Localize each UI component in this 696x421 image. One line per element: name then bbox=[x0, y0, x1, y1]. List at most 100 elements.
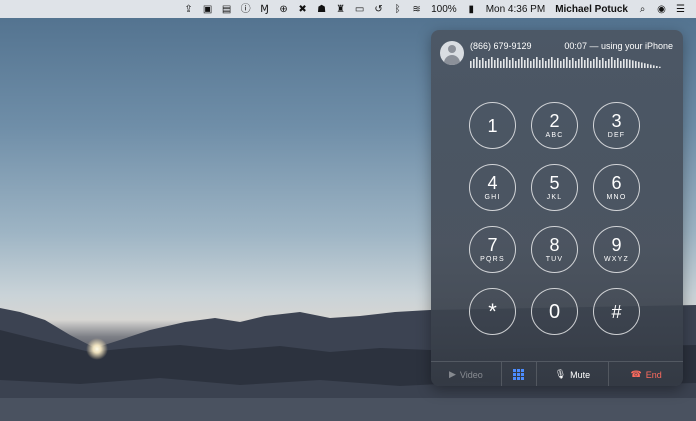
waveform-bar bbox=[485, 61, 487, 68]
key-star[interactable]: * bbox=[469, 288, 516, 335]
mute-button[interactable]: 🎙 Mute bbox=[537, 362, 609, 386]
dock-icon[interactable]: ☗ bbox=[315, 3, 328, 16]
upload-icon[interactable]: ⊕ bbox=[277, 3, 290, 16]
waveform-bar bbox=[488, 59, 490, 68]
waveform-bar bbox=[596, 57, 598, 68]
bluetooth-icon[interactable]: ᛒ bbox=[391, 3, 404, 16]
video-label: Video bbox=[459, 369, 483, 380]
siri-icon[interactable]: ◉ bbox=[655, 3, 668, 16]
avatar-body bbox=[444, 55, 460, 65]
waveform-bar bbox=[536, 57, 538, 68]
waveform-bar bbox=[608, 59, 610, 68]
call-panel: (866) 679-9129 00:07 — using your iPhone… bbox=[431, 30, 683, 386]
waveform-bar bbox=[617, 58, 619, 68]
waveform-bar bbox=[506, 57, 508, 68]
battery-percent: 100% bbox=[431, 3, 457, 15]
waveform-bar bbox=[554, 60, 556, 68]
avatar bbox=[440, 41, 464, 65]
save-icon[interactable]: ▤ bbox=[220, 3, 233, 16]
key-4[interactable]: 4 GHI bbox=[469, 164, 516, 211]
cleaning-icon[interactable]: ♜ bbox=[334, 3, 347, 16]
waveform-bar bbox=[584, 60, 586, 68]
waveform-bar bbox=[656, 66, 658, 68]
waveform-bar bbox=[635, 61, 637, 68]
airplay-icon[interactable]: ▭ bbox=[353, 3, 366, 16]
key-3[interactable]: 3 DEF bbox=[593, 102, 640, 149]
menu-bar: ⇪ ▣ ▤ ⓘ Ɱ ⊕ ✖ ☗ ♜ ▭ ↺ ᛒ ≋ 100% ▮ Mon 4:3… bbox=[0, 0, 696, 18]
waveform-bar bbox=[512, 58, 514, 68]
waveform-bar bbox=[473, 59, 475, 68]
waveform-bar bbox=[482, 58, 484, 68]
waveform-bar bbox=[605, 61, 607, 68]
key-1[interactable]: 1 bbox=[469, 102, 516, 149]
sunburst bbox=[86, 338, 108, 360]
keypad: 1 2 ABC 3 DEF 4 GHI 5 JKL 6 MNO 7 PQRS 8 TUV 9W… bbox=[469, 102, 645, 370]
waveform-bar bbox=[566, 57, 568, 68]
battery-icon[interactable]: ▮ bbox=[465, 3, 478, 16]
key-7[interactable]: 7 PQRS bbox=[469, 226, 516, 273]
waveform-bar bbox=[581, 57, 583, 68]
notification-center-icon[interactable]: ☰ bbox=[674, 3, 687, 16]
waveform-bar bbox=[575, 61, 577, 68]
xcode-icon[interactable]: ✖ bbox=[296, 3, 309, 16]
waveform-bar bbox=[518, 59, 520, 68]
waveform-bar bbox=[611, 57, 613, 68]
waveform-bar bbox=[623, 59, 625, 68]
waveform-bar bbox=[563, 59, 565, 68]
mute-label: Mute bbox=[570, 369, 591, 380]
waveform-bar bbox=[530, 61, 532, 68]
waveform-bar bbox=[479, 60, 481, 68]
dialpad-icon bbox=[513, 369, 525, 380]
hang-up-icon: ☎ bbox=[630, 369, 642, 379]
key-9[interactable]: 9 WXYZ bbox=[593, 226, 640, 273]
waveform-bar bbox=[557, 58, 559, 68]
waveform-bar bbox=[524, 60, 526, 68]
waveform-bar bbox=[626, 59, 628, 68]
waveform-bar bbox=[542, 58, 544, 68]
waveform-bar bbox=[572, 58, 574, 68]
waveform-bar bbox=[578, 59, 580, 68]
menubar-user[interactable]: Michael Potuck bbox=[555, 4, 628, 15]
waveform-bar bbox=[509, 60, 511, 68]
key-5[interactable]: 5 JKL bbox=[531, 164, 578, 211]
info-icon[interactable]: ⓘ bbox=[239, 3, 252, 16]
end-label: End bbox=[645, 369, 662, 380]
waveform-bar bbox=[503, 59, 505, 68]
waveform-bar bbox=[521, 57, 523, 68]
waveform-bar bbox=[638, 61, 640, 68]
waveform-bar bbox=[659, 66, 661, 68]
search-icon[interactable]: ⌕ bbox=[636, 3, 649, 16]
malwarebytes-icon[interactable]: Ɱ bbox=[258, 3, 271, 16]
waveform-bar bbox=[527, 58, 529, 68]
key-6[interactable]: 6 MNO bbox=[593, 164, 640, 211]
waveform-bar bbox=[593, 59, 595, 68]
waveform-bar bbox=[587, 58, 589, 68]
end-call-button[interactable]: ☎ End bbox=[609, 362, 683, 386]
waveform-bar bbox=[614, 60, 616, 68]
video-button[interactable]: ▶ Video bbox=[431, 362, 501, 386]
waveform-bar bbox=[644, 63, 646, 68]
waveform-bar bbox=[491, 57, 493, 68]
tool-icon[interactable]: ⇪ bbox=[182, 3, 195, 16]
key-hash[interactable]: # bbox=[593, 288, 640, 335]
dialpad-button[interactable] bbox=[502, 362, 536, 386]
call-controls: ▶ Video 🎙 Mute ☎ End bbox=[431, 361, 683, 386]
waveform-bar bbox=[533, 59, 535, 68]
waveform-bar bbox=[476, 57, 478, 68]
key-0[interactable]: 0 bbox=[531, 288, 578, 335]
waveform-bar bbox=[620, 61, 622, 68]
app-grid-icon[interactable]: ▣ bbox=[201, 3, 214, 16]
menubar-clock[interactable]: Mon 4:36 PM bbox=[486, 4, 545, 15]
wifi-icon[interactable]: ≋ bbox=[410, 3, 423, 16]
time-machine-icon[interactable]: ↺ bbox=[372, 3, 385, 16]
waveform-bar bbox=[545, 61, 547, 68]
waveform-bar bbox=[494, 60, 496, 68]
waveform-bar bbox=[650, 64, 652, 68]
key-8[interactable]: 8 TUV bbox=[531, 226, 578, 273]
waveform-bar bbox=[602, 58, 604, 68]
waveform-bar bbox=[539, 60, 541, 68]
key-2[interactable]: 2 ABC bbox=[531, 102, 578, 149]
waveform-bar bbox=[497, 58, 499, 68]
caller-number: (866) 679-9129 bbox=[470, 41, 532, 51]
waveform-bar bbox=[500, 61, 502, 68]
